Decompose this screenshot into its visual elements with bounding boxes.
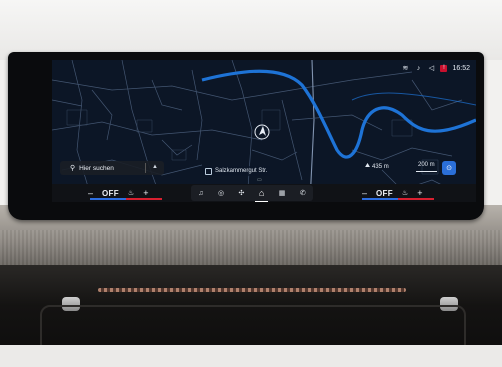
temp-decrease-right-button[interactable]: – [362, 188, 367, 198]
notification-icon[interactable]: ! [440, 64, 448, 72]
seat-heating-left-icon[interactable]: ♨ [128, 189, 134, 197]
phone-icon[interactable]: ✆ [300, 189, 306, 197]
climate-right-state[interactable]: OFF [376, 189, 393, 198]
bottom-control-bar: – OFF ♨ + ♫ ◎ ✣ ⌂ ▦ ✆ – OFF ♨ + [52, 184, 476, 202]
temp-increase-right-button[interactable]: + [417, 188, 422, 198]
music-icon[interactable]: ♫ [198, 190, 203, 197]
temp-increase-left-button[interactable]: + [143, 188, 148, 198]
ambient-light-strip [98, 288, 406, 292]
fan-icon[interactable]: ✣ [239, 189, 245, 197]
apps-icon[interactable]: ▦ [279, 189, 286, 197]
chevron-up-icon[interactable]: ▲ [152, 164, 158, 170]
climate-left-indicator [90, 198, 162, 200]
divider [145, 163, 146, 173]
search-placeholder: Hier suchen [79, 164, 114, 172]
elevation-value: 435 m [372, 163, 389, 170]
navigation-map[interactable] [52, 60, 476, 202]
temp-decrease-left-button[interactable]: – [88, 188, 93, 198]
app-dock: ♫ ◎ ✣ ⌂ ▦ ✆ [191, 185, 313, 202]
dashboard-texture [0, 230, 502, 270]
panel-handle-icon[interactable]: ▭ [257, 177, 263, 183]
mountain-icon: ⛰ [365, 163, 371, 169]
home-icon[interactable]: ⌂ [254, 188, 270, 202]
music-icon: ♪ [416, 64, 421, 72]
floor-area [0, 345, 502, 367]
map-scale: 200 m [416, 162, 437, 172]
map-search-field[interactable]: ⚲ Hier suchen ▲ [60, 161, 164, 175]
street-icon [205, 167, 212, 175]
clock: 16:52 [452, 64, 470, 72]
infotainment-display: ≋ ♪ ◁ ! 16:52 ⚲ Hier suchen ▲ Salzkammer… [52, 60, 476, 202]
climate-right-indicator [362, 198, 434, 200]
wireless-charging-icon: ≋ [402, 65, 409, 72]
climate-left-state[interactable]: OFF [102, 189, 119, 198]
seat-heating-right-icon[interactable]: ♨ [402, 189, 408, 197]
volume-icon: ◁ [428, 65, 435, 72]
navigation-button[interactable]: ⊙ [442, 161, 456, 175]
status-bar: ≋ ♪ ◁ ! 16:52 [401, 62, 470, 74]
search-icon: ⚲ [70, 165, 76, 172]
elevation-indicator: ⛰ 435 m [365, 162, 389, 171]
street-name: Salzkammergut Str. [215, 168, 268, 174]
current-street-label: Salzkammergut Str. [202, 166, 271, 176]
compass-icon: ⊙ [446, 165, 452, 172]
driving-icon[interactable]: ◎ [218, 189, 224, 197]
background-wall [0, 0, 502, 60]
